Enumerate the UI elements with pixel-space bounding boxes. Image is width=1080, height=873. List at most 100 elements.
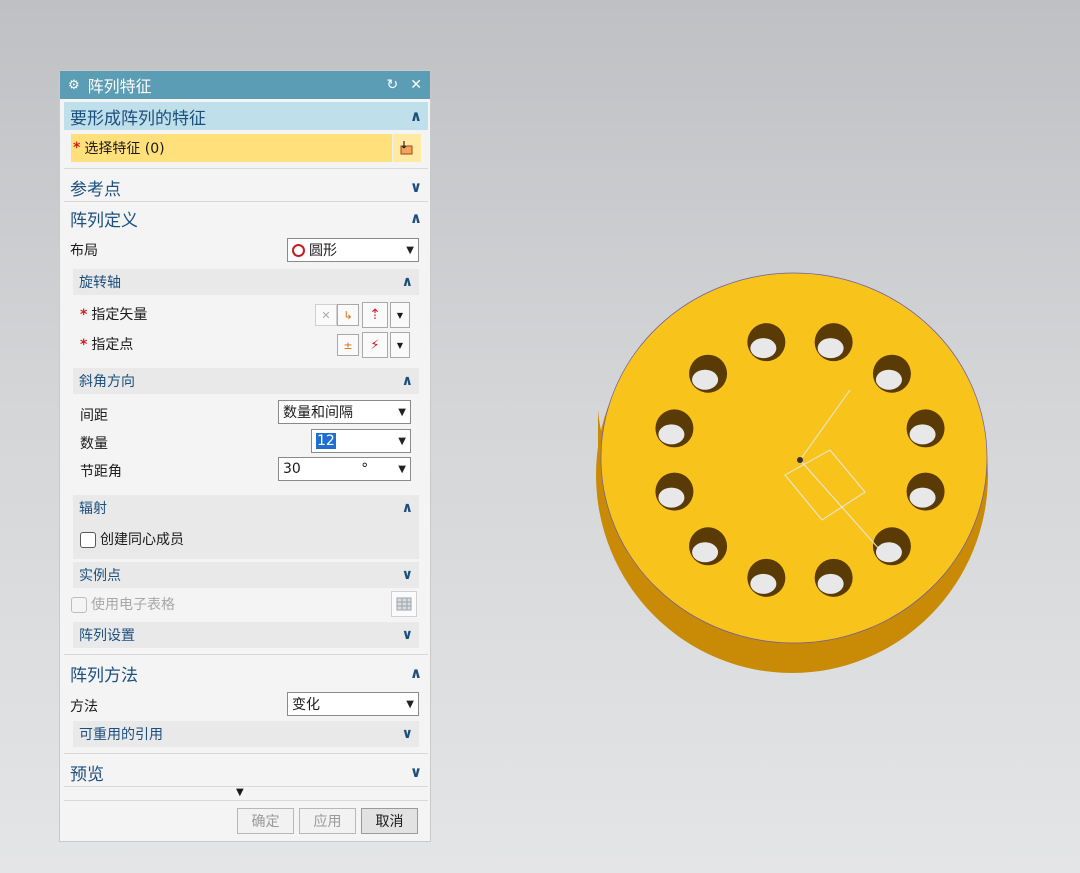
select-feature-label: 选择特征 (0) [84, 141, 165, 157]
vector-dropdown-arrow-icon[interactable]: ▼ [390, 302, 410, 328]
gear-icon: ⚙ [68, 77, 80, 93]
create-concentric-row[interactable]: 创建同心成员 [80, 529, 184, 549]
inferred-vector-icon[interactable]: ⇡ [362, 302, 388, 328]
section-pattern-method[interactable]: 阵列方法 ∧ [64, 659, 428, 687]
model-viewport[interactable] [560, 260, 1020, 690]
spacing-label: 间距 [80, 408, 108, 424]
apply-button[interactable]: 应用 [299, 808, 356, 834]
spacing-value: 数量和间隔 [283, 405, 353, 421]
chevron-down-icon: ∨ [409, 178, 422, 196]
create-concentric-checkbox[interactable] [80, 532, 96, 548]
divider [64, 753, 428, 754]
bolt-hole [747, 558, 786, 597]
count-value: 12 [316, 433, 336, 449]
section-label: 预览 [70, 764, 104, 785]
cancel-button[interactable]: 取消 [361, 808, 418, 834]
section-label: 阵列定义 [70, 210, 138, 231]
subsection-label: 可重用的引用 [79, 727, 163, 743]
bolt-hole [689, 527, 728, 566]
required-marker: * [73, 140, 81, 156]
bolt-hole [906, 409, 945, 448]
layout-value: 圆形 [309, 243, 337, 259]
count-input[interactable]: 12 ▼ [311, 429, 411, 453]
spacing-select[interactable]: 数量和间隔 ▼ [278, 400, 411, 424]
pitch-angle-label: 节距角 [80, 464, 122, 480]
divider [64, 786, 428, 787]
bolt-hole [872, 527, 911, 566]
spreadsheet-icon [391, 591, 417, 617]
pattern-feature-dialog: ⚙ 阵列特征 ↻ ✕ 要形成阵列的特征 ∧ * 选择特征 (0) 参考点 ∨ 阵… [59, 70, 431, 842]
chevron-up-icon: ∧ [409, 107, 422, 125]
bolt-hole [872, 354, 911, 393]
ok-button[interactable]: 确定 [237, 808, 294, 834]
chevron-down-icon: ∨ [401, 567, 413, 583]
required-marker: * [80, 337, 88, 353]
chevron-up-icon: ∧ [401, 500, 413, 516]
dialog-titlebar: ⚙ 阵列特征 ↻ ✕ [60, 71, 430, 99]
pitch-angle-value: 30 [283, 461, 301, 477]
inferred-point-icon[interactable]: ⚡ [362, 332, 388, 358]
create-concentric-label: 创建同心成员 [100, 532, 184, 548]
subsection-pattern-settings[interactable]: 阵列设置 ∨ [73, 622, 419, 648]
pitch-angle-unit: ° [361, 461, 369, 477]
section-pattern-definition[interactable]: 阵列定义 ∧ [64, 204, 428, 232]
bolt-hole [906, 472, 945, 511]
circle-layout-icon [292, 243, 305, 257]
dropdown-arrow-icon: ▼ [398, 406, 406, 418]
divider [64, 168, 428, 169]
subsection-label: 斜角方向 [79, 374, 135, 390]
section-feature-to-pattern[interactable]: 要形成阵列的特征 ∧ [64, 102, 428, 130]
subsection-label: 阵列设置 [79, 628, 135, 644]
use-spreadsheet-checkbox [71, 597, 87, 613]
use-spreadsheet-label: 使用电子表格 [91, 597, 175, 613]
reset-icon[interactable]: ↻ [387, 77, 399, 93]
specify-vector-label: 指定矢量 [91, 307, 148, 323]
chevron-up-icon: ∧ [401, 274, 413, 290]
subsection-angular-direction[interactable]: 斜角方向 ∧ [73, 368, 419, 394]
method-label: 方法 [70, 699, 98, 715]
expand-more-icon[interactable]: ▼ [236, 787, 244, 798]
subsection-reusable-references[interactable]: 可重用的引用 ∨ [73, 721, 419, 747]
chevron-down-icon: ∨ [409, 763, 422, 781]
bolt-hole [747, 323, 786, 362]
section-label: 要形成阵列的特征 [70, 108, 206, 129]
chevron-up-icon: ∧ [409, 664, 422, 682]
point-dialog-icon[interactable]: ± [337, 334, 359, 356]
chevron-down-icon: ∨ [401, 726, 413, 742]
select-feature-icon[interactable] [392, 134, 421, 162]
layout-label: 布局 [70, 243, 98, 259]
subsection-rotation-axis[interactable]: 旋转轴 ∧ [73, 269, 419, 295]
required-marker: * [80, 307, 88, 323]
count-label: 数量 [80, 436, 108, 452]
subsection-radiate[interactable]: 辐射 ∧ [73, 495, 419, 521]
subsection-label: 辐射 [79, 501, 107, 517]
dialog-title: 阵列特征 [87, 77, 152, 96]
vector-reverse-icon[interactable]: ✕ [315, 304, 337, 326]
dropdown-arrow-icon: ▼ [398, 463, 406, 475]
divider [64, 800, 428, 801]
section-reference-point[interactable]: 参考点 ∨ [64, 173, 428, 201]
use-spreadsheet-row: 使用电子表格 [71, 594, 175, 614]
vector-dialog-icon[interactable]: ↳ [337, 304, 359, 326]
specify-point-row: * 指定点 [80, 334, 133, 354]
method-value: 变化 [292, 697, 320, 713]
disk-top-face [600, 272, 988, 644]
section-label: 阵列方法 [70, 665, 138, 686]
bolt-hole [655, 409, 694, 448]
bolt-hole [689, 354, 728, 393]
subsection-label: 实例点 [79, 568, 121, 584]
flange-model[interactable] [596, 272, 988, 673]
select-feature-row[interactable]: * 选择特征 (0) [71, 134, 421, 162]
specify-point-label: 指定点 [91, 337, 134, 353]
section-preview[interactable]: 预览 ∨ [64, 758, 428, 786]
chevron-up-icon: ∧ [409, 209, 422, 227]
subsection-instance-points[interactable]: 实例点 ∨ [73, 562, 419, 588]
layout-select[interactable]: 圆形 ▼ [287, 238, 419, 262]
bolt-hole [814, 323, 853, 362]
chevron-up-icon: ∧ [401, 373, 413, 389]
point-dropdown-arrow-icon[interactable]: ▼ [390, 332, 410, 358]
dropdown-arrow-icon: ▼ [406, 244, 414, 256]
pitch-angle-input[interactable]: 30 ° ▼ [278, 457, 411, 481]
close-icon[interactable]: ✕ [410, 77, 422, 93]
method-select[interactable]: 变化 ▼ [287, 692, 419, 716]
